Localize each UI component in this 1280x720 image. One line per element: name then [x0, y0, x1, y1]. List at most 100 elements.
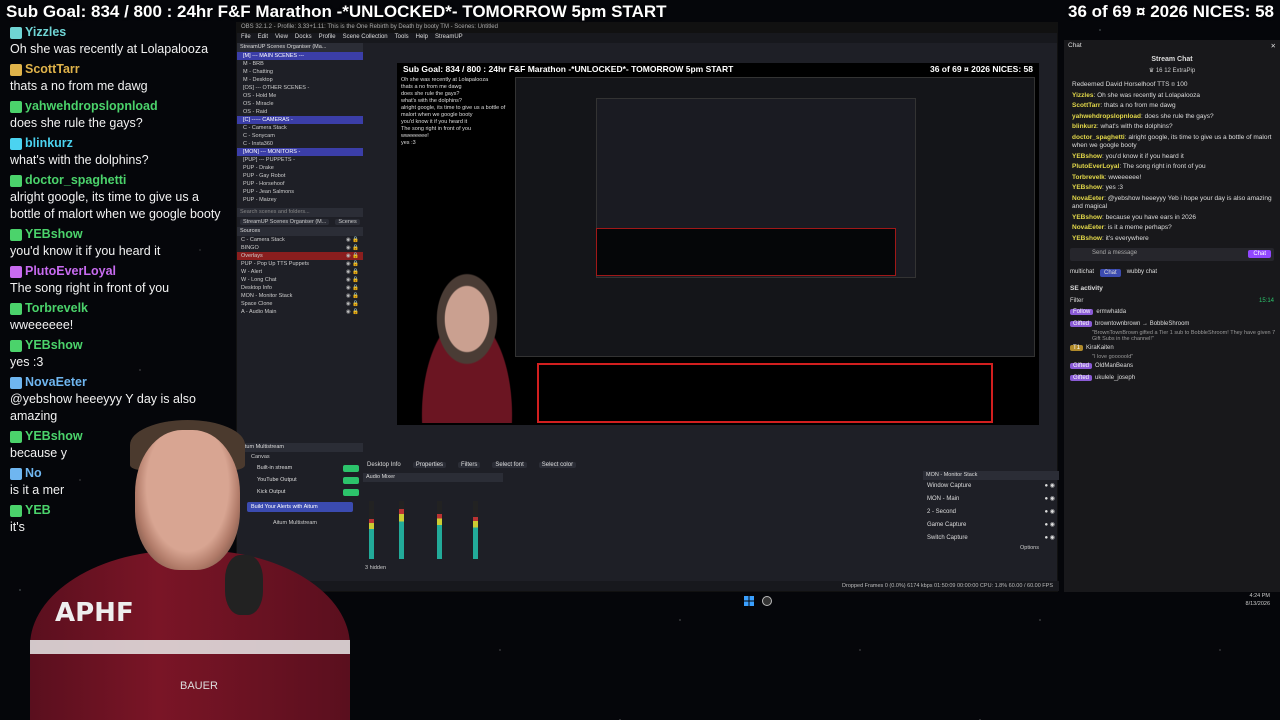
- options-button[interactable]: Options: [923, 545, 1059, 551]
- scene-item[interactable]: OS - Raid: [237, 108, 363, 116]
- menu-item[interactable]: Scene Collection: [343, 34, 388, 42]
- visibility-eye-icon[interactable]: ◉ 🔒: [346, 276, 359, 284]
- scene-item[interactable]: PUP - Horsehoof: [237, 180, 363, 188]
- user-badge-icon: [10, 302, 22, 315]
- windows-start-icon[interactable]: [744, 596, 754, 606]
- source-item[interactable]: C - Camera Stack ◉ 🔒: [237, 236, 363, 244]
- preview-goal-bar: Sub Goal: 834 / 800 : 24hr F&F Marathon …: [397, 63, 1039, 75]
- tab-wubby-chat[interactable]: wubby chat: [1127, 269, 1157, 277]
- visibility-eye-icon[interactable]: ◉ 🔒: [346, 292, 359, 300]
- scene-item[interactable]: OS - Miracle: [237, 100, 363, 108]
- scene-item[interactable]: PUP - Drake: [237, 164, 363, 172]
- tab-multichat[interactable]: multichat: [1070, 269, 1094, 277]
- visibility-eye-icon[interactable]: ◉ 🔒: [346, 268, 359, 276]
- monitor-item[interactable]: 2 - Second ● ◉: [923, 506, 1059, 519]
- scene-item[interactable]: [M] --- MAIN SCENES ---: [237, 52, 363, 60]
- visibility-eye-icon[interactable]: ● ◉: [1044, 532, 1055, 545]
- visibility-eye-icon[interactable]: ◉ 🔒: [346, 244, 359, 252]
- source-item[interactable]: A - Audio Main ◉ 🔒: [237, 308, 363, 316]
- monitor-item[interactable]: Switch Capture ● ◉: [923, 532, 1059, 545]
- scene-item[interactable]: C - Sonycam: [237, 132, 363, 140]
- user-badge-icon: [10, 376, 22, 389]
- se-activity-item[interactable]: Gifted ukulele_joseph: [1064, 372, 1280, 384]
- menu-item[interactable]: Profile: [319, 34, 336, 42]
- visibility-eye-icon[interactable]: ◉ 🔒: [346, 308, 359, 316]
- menu-item[interactable]: Tools: [395, 34, 409, 42]
- source-item[interactable]: MON - Monitor Stack ◉ 🔒: [237, 292, 363, 300]
- se-activity-item[interactable]: Gifted OldManBeans: [1064, 360, 1280, 372]
- source-item[interactable]: W - Long Chat ◉ 🔒: [237, 276, 363, 284]
- visibility-eye-icon[interactable]: ● ◉: [1044, 493, 1055, 506]
- menu-item[interactable]: View: [275, 34, 288, 42]
- scene-item[interactable]: [C] ----- CAMERAS -: [237, 116, 363, 124]
- select-font-button[interactable]: Select font: [492, 462, 527, 468]
- source-item[interactable]: Overlays ◉ 🔒: [237, 252, 363, 260]
- visibility-eye-icon[interactable]: ● ◉: [1044, 506, 1055, 519]
- visibility-eye-icon[interactable]: ◉ 🔒: [346, 236, 359, 244]
- send-message-input[interactable]: Send a message Chat: [1070, 248, 1274, 261]
- chat-username: YEBshow: [1072, 213, 1102, 221]
- monitor-item[interactable]: Game Capture ● ◉: [923, 519, 1059, 532]
- scene-item[interactable]: PUP - Jean Salmons: [237, 188, 363, 196]
- chat-message-text: Oh she was recently at Lolapalooza: [1097, 91, 1201, 99]
- visibility-eye-icon[interactable]: ◉ 🔒: [346, 252, 359, 260]
- visibility-eye-icon[interactable]: ● ◉: [1044, 519, 1055, 532]
- se-activity-item[interactable]: T1 KiraKaiten: [1064, 342, 1280, 354]
- scene-item[interactable]: [PUP] --- PUPPETS -: [237, 156, 363, 164]
- monitor-item[interactable]: Window Capture ● ◉: [923, 480, 1059, 493]
- dock-tab-scenes[interactable]: Scenes: [335, 219, 360, 225]
- scenes-dock: StreamUP Scenes Organiser (Ma... [M] ---…: [237, 43, 363, 463]
- scene-item[interactable]: M - BRB: [237, 60, 363, 68]
- source-item[interactable]: Space Clone ◉ 🔒: [237, 300, 363, 308]
- se-activity-item[interactable]: Follow ermwhatda: [1064, 306, 1280, 318]
- scene-search-input[interactable]: Search scenes and folders...: [237, 208, 363, 217]
- scene-item[interactable]: PUP - Gay Robot: [237, 172, 363, 180]
- source-item[interactable]: BINGO ◉ 🔒: [237, 244, 363, 252]
- select-color-button[interactable]: Select color: [538, 462, 577, 468]
- chat-send-button[interactable]: Chat: [1248, 250, 1271, 258]
- preview-webcam: [397, 263, 537, 423]
- menu-item[interactable]: Edit: [258, 34, 268, 42]
- scene-item[interactable]: M - Chatting: [237, 68, 363, 76]
- chat-username: PlutoEverLoyal: [10, 263, 226, 280]
- scene-item[interactable]: OS - Hold Me: [237, 92, 363, 100]
- scene-item[interactable]: C - Camera Stack: [237, 124, 363, 132]
- visibility-eye-icon[interactable]: ● ◉: [1044, 480, 1055, 493]
- nested-desktop-capture: [515, 77, 1035, 357]
- menu-item[interactable]: StreamUP: [435, 34, 463, 42]
- scene-item[interactable]: M - Desktop: [237, 76, 363, 84]
- visibility-eye-icon[interactable]: ◉ 🔒: [346, 300, 359, 308]
- source-item[interactable]: Desktop Info ◉ 🔒: [237, 284, 363, 292]
- scene-item[interactable]: PUP - Maizey: [237, 196, 363, 204]
- chat-message-text: does she rule the gays?: [10, 116, 143, 130]
- user-badge-icon: [10, 63, 22, 76]
- preview-canvas[interactable]: Sub Goal: 834 / 800 : 24hr F&F Marathon …: [397, 63, 1039, 425]
- monitor-item[interactable]: MON - Main ● ◉: [923, 493, 1059, 506]
- filter-dropdown[interactable]: Filter: [1070, 298, 1083, 304]
- obs-app-icon[interactable]: [762, 596, 772, 606]
- selection-bounding-box[interactable]: [537, 363, 993, 423]
- scene-item[interactable]: C - Insta360: [237, 140, 363, 148]
- dock-tab-organiser[interactable]: StreamUP Scenes Organiser (M...: [240, 219, 330, 225]
- visibility-eye-icon[interactable]: ◉ 🔒: [346, 260, 359, 268]
- close-icon[interactable]: ✕: [1271, 42, 1276, 50]
- se-activity-item[interactable]: Gifted browntownbrown → BobbleShroom: [1064, 318, 1280, 330]
- chat-message: Yizzles: Oh she was recently at Lolapalo…: [1072, 91, 1201, 99]
- chat-message: YEBshow: because you have ears in 2026: [1072, 213, 1196, 221]
- chat-message: YEBshow: it's everywhere: [1072, 234, 1149, 242]
- visibility-eye-icon[interactable]: ◉ 🔒: [346, 284, 359, 292]
- scene-item[interactable]: [MON] --- MONITORS -: [237, 148, 363, 156]
- scene-item[interactable]: [OS] --- OTHER SCENES -: [237, 84, 363, 92]
- preview-chat-line: you'd know it if you heard it: [401, 119, 468, 125]
- menu-item[interactable]: File: [241, 34, 251, 42]
- tab-chat[interactable]: Chat: [1100, 269, 1121, 277]
- properties-button[interactable]: Properties: [412, 462, 447, 468]
- filters-button[interactable]: Filters: [458, 462, 481, 468]
- chat-message: NovaEeter: is it a meme perhaps?: [1072, 224, 1172, 231]
- menu-item[interactable]: Docks: [295, 34, 312, 42]
- se-event-tag: T1: [1070, 345, 1084, 351]
- menu-item[interactable]: Help: [416, 34, 428, 42]
- monitor-item-label: Window Capture: [927, 483, 972, 489]
- source-item[interactable]: W - Alert ◉ 🔒: [237, 268, 363, 276]
- source-item[interactable]: PUP - Pop Up TTS Puppets ◉ 🔒: [237, 260, 363, 268]
